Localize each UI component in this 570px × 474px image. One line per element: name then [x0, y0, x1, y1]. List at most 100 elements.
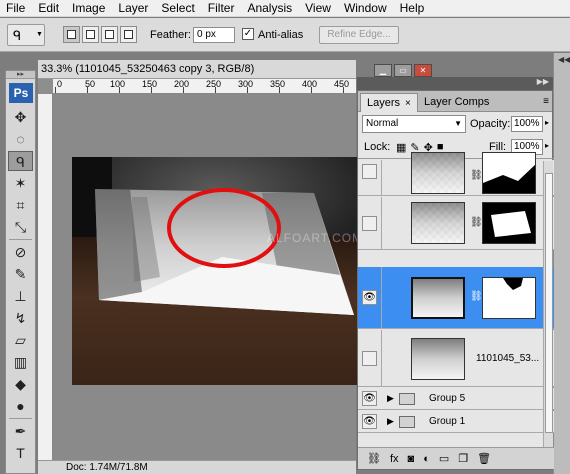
menu-layer[interactable]: Layer [112, 0, 155, 17]
toolbox-grip[interactable]: ▸▸ [6, 71, 35, 79]
refine-edge-button[interactable]: Refine Edge... [319, 26, 399, 44]
crop-tool-icon[interactable]: ⌗ [8, 195, 33, 215]
gradient-tool-icon[interactable]: ▥ [8, 352, 33, 372]
pen-tool-icon[interactable]: ✒ [8, 421, 33, 441]
tab-layer-comps[interactable]: Layer Comps [418, 93, 495, 112]
panel-dock-header[interactable]: ▶▶ [357, 77, 553, 90]
collapsed-panel-strip[interactable]: ◀◀ [553, 53, 570, 474]
visibility-toggle[interactable] [362, 164, 377, 179]
feather-input[interactable]: 0 px [193, 27, 235, 43]
menu-window[interactable]: Window [338, 0, 394, 17]
ruler-line [87, 87, 88, 93]
menu-file[interactable]: File [0, 0, 32, 17]
folder-icon [399, 393, 415, 405]
eye-icon[interactable]: 👁 [362, 391, 377, 406]
visibility-toggle[interactable] [362, 216, 377, 231]
menu-bar: File Edit Image Layer Select Filter Anal… [0, 0, 570, 17]
group-row[interactable]: 👁 ▶ Group 1 [358, 411, 554, 433]
eye-icon[interactable]: 👁 [362, 290, 377, 305]
layer-row[interactable]: 1101045_53... [358, 330, 554, 387]
menu-help[interactable]: Help [394, 0, 432, 17]
folder-icon [399, 416, 415, 428]
brush-tool-icon[interactable]: ✎ [8, 264, 33, 284]
adjustment-layer-icon[interactable]: ◐ [423, 453, 430, 465]
group-row[interactable]: 👁 ▶ Group 5 [358, 388, 554, 410]
dodge-tool-icon[interactable]: ● [8, 396, 33, 416]
layer-thumbnail [411, 338, 465, 380]
tool-preset-picker[interactable]: ᑫ ▼ [7, 24, 45, 46]
opacity-arrow-icon[interactable]: ▸ [545, 118, 549, 127]
link-icon: ⛓ [470, 291, 483, 302]
move-tool-icon[interactable]: ✥ [8, 107, 33, 127]
eye-icon[interactable]: 👁 [362, 414, 377, 429]
layer-row[interactable]: ⛓ [358, 197, 554, 250]
minimize-icon[interactable]: ▁ [374, 64, 392, 77]
trash-icon[interactable]: 🗑 [477, 452, 491, 465]
restore-icon[interactable]: ▭ [394, 64, 412, 77]
menu-edit[interactable]: Edit [32, 0, 66, 17]
new-selection-button[interactable] [63, 26, 80, 43]
layer-name[interactable]: 1101045_53... [476, 353, 539, 364]
layer-thumbnail [411, 202, 465, 244]
subtract-from-selection-button[interactable] [101, 26, 118, 43]
expand-triangle-icon[interactable]: ▶ [387, 416, 394, 427]
add-mask-icon[interactable]: ◙ [408, 453, 415, 465]
horizontal-ruler[interactable]: 0 50 100 150 200 250 300 350 400 450 [53, 79, 356, 94]
blend-mode-value: Normal [366, 118, 399, 129]
history-brush-tool-icon[interactable]: ↯ [8, 308, 33, 328]
layers-scrollbar[interactable] [543, 161, 553, 447]
opacity-input[interactable]: 100% [511, 116, 543, 132]
menu-select[interactable]: Select [155, 0, 201, 17]
expand-triangle-icon[interactable]: ▶ [387, 393, 394, 404]
layer-row-selected[interactable]: 👁 ⛓ [358, 267, 554, 329]
menu-view[interactable]: View [299, 0, 338, 17]
ruler-tick-label: 0 [57, 79, 63, 89]
document-title[interactable]: 33.3% (1101045_53250463 copy 3, RGB/8) [38, 60, 356, 79]
layer-row[interactable]: ⛓ [358, 152, 554, 196]
eyedropper-tool-icon[interactable]: ⤡ [8, 217, 33, 237]
canvas-area[interactable]: ALFOART.COM [53, 94, 372, 460]
clone-stamp-tool-icon[interactable]: ⊥ [8, 286, 33, 306]
link-layers-icon[interactable]: ⛓ [367, 452, 381, 465]
menu-filter[interactable]: Filter [202, 0, 242, 17]
lock-transparent-icon[interactable]: ▦ [396, 141, 406, 154]
panel-tabs: Layers × Layer Comps ≡ [358, 91, 552, 112]
intersect-selection-button[interactable] [120, 26, 137, 43]
group-name[interactable]: Group 1 [429, 416, 465, 427]
watermark-text: ALFOART.COM [267, 231, 364, 245]
visibility-toggle[interactable] [362, 351, 377, 366]
new-layer-icon[interactable]: ❐ [458, 452, 468, 465]
menu-image[interactable]: Image [66, 0, 112, 17]
group-name[interactable]: Group 5 [429, 393, 465, 404]
eraser-tool-icon[interactable]: ▱ [8, 330, 33, 350]
healing-brush-tool-icon[interactable]: ⊘ [8, 242, 33, 262]
vertical-ruler[interactable] [38, 94, 53, 460]
layer-divider [381, 330, 382, 386]
marquee-tool-icon[interactable]: ◌ [8, 129, 33, 149]
panel-menu-icon[interactable]: ≡ [543, 96, 549, 107]
ps-logo[interactable]: Ps [9, 83, 33, 103]
layer-divider [381, 267, 382, 328]
lasso-tool-icon[interactable]: ᑫ [8, 151, 33, 171]
ruler-tick-label: 300 [238, 79, 254, 89]
close-icon[interactable]: ✕ [414, 64, 432, 77]
toolbox-divider [9, 418, 32, 419]
type-tool-icon[interactable]: T [8, 443, 33, 463]
menu-analysis[interactable]: Analysis [241, 0, 299, 17]
close-tab-icon[interactable]: × [405, 98, 411, 109]
blend-mode-select[interactable]: Normal ▼ [362, 115, 466, 133]
fx-icon[interactable]: fx [390, 453, 399, 465]
fill-arrow-icon[interactable]: ▸ [545, 141, 549, 150]
ruler-line [279, 87, 280, 93]
new-group-icon[interactable]: ▭ [439, 452, 449, 465]
add-to-selection-button[interactable] [82, 26, 99, 43]
selection-mode-group [63, 26, 137, 43]
scrollbar-thumb[interactable] [545, 173, 553, 433]
magic-wand-tool-icon[interactable]: ✶ [8, 173, 33, 193]
ruler-line [247, 87, 248, 93]
layer-mask-thumbnail [482, 202, 536, 244]
antialias-checkbox[interactable]: ✓ [242, 28, 254, 40]
image-canvas[interactable]: ALFOART.COM [72, 157, 372, 385]
tab-layers[interactable]: Layers × [360, 93, 418, 112]
blur-tool-icon[interactable]: ◆ [8, 374, 33, 394]
